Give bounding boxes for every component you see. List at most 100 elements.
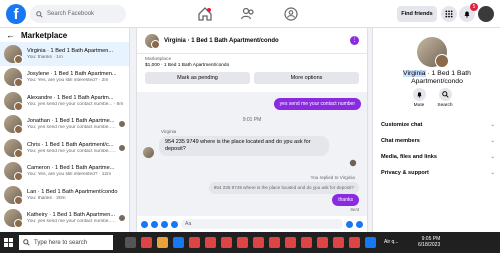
chat-info-button[interactable]: ⋮ xyxy=(350,36,359,45)
chrome-icon[interactable] xyxy=(253,237,264,248)
chrome-icon[interactable] xyxy=(221,237,232,248)
conversation-preview: You: yes send me your contact numbe... ·… xyxy=(27,125,117,131)
sidebar-title: Marketplace xyxy=(21,30,68,40)
conversation-item[interactable]: Josylene · 1 Bed 1 Bath Apartmen... You: … xyxy=(0,66,129,90)
chrome-icon[interactable] xyxy=(237,237,248,248)
file-explorer-icon[interactable] xyxy=(157,237,168,248)
plus-icon[interactable] xyxy=(141,220,148,228)
listing-summary[interactable]: Marketplace $1,000 · 1 Bed 1 Bath Apartm… xyxy=(137,54,367,69)
search-in-chat-button[interactable]: Search xyxy=(433,88,457,108)
incoming-message[interactable]: 954 235 9749 where is the place located … xyxy=(159,136,329,156)
top-bar: f Search Facebook Find friends 5 xyxy=(0,0,500,28)
more-options-button[interactable]: More options xyxy=(254,72,359,84)
listing-actions: Mark as pending More options xyxy=(137,69,367,87)
listing-thumbnail xyxy=(4,68,23,88)
chrome-icon[interactable] xyxy=(349,237,360,248)
chrome-icon[interactable] xyxy=(285,237,296,248)
friends-icon[interactable] xyxy=(240,6,256,22)
read-receipt-avatar xyxy=(119,144,125,151)
outgoing-message[interactable]: yes send me your contact number xyxy=(273,98,361,110)
windows-taskbar: Type here to search Air q... 9:05 PM 6/1… xyxy=(0,232,500,253)
notifications-button[interactable]: 5 xyxy=(459,3,478,22)
chevron-down-icon: ⌄ xyxy=(490,122,495,128)
listing-avatar[interactable] xyxy=(417,37,449,68)
chat-members-section[interactable]: Chat members ⌄ xyxy=(381,138,495,144)
outgoing-message[interactable]: thanks xyxy=(332,194,359,206)
privacy-support-section[interactable]: Privacy & support ⌄ xyxy=(381,170,495,176)
photo-icon[interactable] xyxy=(151,220,158,228)
listing-thumbnail xyxy=(4,115,23,135)
mute-label: Mute xyxy=(413,103,425,108)
panel-title-name: Virginia xyxy=(403,70,426,77)
conversation-preview: You: Yes, are you still interested? · 12… xyxy=(27,172,112,178)
menu-button[interactable] xyxy=(441,6,457,22)
read-receipt-avatar xyxy=(119,215,125,222)
thumbs-up-icon[interactable] xyxy=(356,220,363,228)
sticker-icon[interactable] xyxy=(161,220,168,228)
back-arrow-icon[interactable]: ← xyxy=(6,30,15,40)
windows-start-icon[interactable] xyxy=(4,238,13,247)
app-icon[interactable] xyxy=(365,237,376,248)
conversation-item[interactable]: Alexandre · 1 Bed 1 Bath Apartm... You: y… xyxy=(0,89,129,113)
customize-chat-section[interactable]: Customize chat ⌄ xyxy=(381,122,495,128)
task-view-icon[interactable] xyxy=(125,237,136,248)
seen-avatar-icon xyxy=(349,159,357,167)
conversation-title: Jonathan · 1 Bed 1 Bath Apartme... xyxy=(27,118,115,125)
chat-thumbnail[interactable] xyxy=(145,33,160,49)
conversation-preview: You: Yes, are you still interested? · 2m xyxy=(27,78,109,84)
message-sender: Virginia xyxy=(161,129,177,134)
conversation-preview: You: thanks · 30m xyxy=(27,195,66,201)
sender-avatar[interactable] xyxy=(143,147,154,158)
conversation-title: Alexandre · 1 Bed 1 Bath Apartm... xyxy=(27,94,114,101)
notification-badge: 5 xyxy=(470,3,478,11)
chrome-icon[interactable] xyxy=(269,237,280,248)
groups-icon[interactable] xyxy=(283,6,299,22)
conversation-item[interactable]: Katheiry · 1 Bed 1 Bath Apartmen... You: … xyxy=(0,207,129,231)
sent-status: Sent xyxy=(350,207,359,212)
facebook-logo[interactable]: f xyxy=(6,4,26,24)
marketplace-inbox: ← Marketplace Virginia · 1 Bed 1 Bath Ap… xyxy=(0,28,130,232)
chat-header: Virginia · 1 Bed 1 Bath Apartment/condo … xyxy=(137,28,367,54)
weather-widget[interactable]: Air q... xyxy=(384,239,398,245)
chat-title[interactable]: Virginia · 1 Bed 1 Bath Apartment/condo xyxy=(164,38,279,44)
message-thread[interactable]: yes send me your contact number 9:01 PM … xyxy=(137,92,367,216)
chrome-icon[interactable] xyxy=(205,237,216,248)
chrome-icon[interactable] xyxy=(141,237,152,248)
chrome-icon[interactable] xyxy=(333,237,344,248)
reply-note: You replied to Virginia xyxy=(310,175,355,180)
app-icon[interactable] xyxy=(173,237,184,248)
search-icon xyxy=(23,239,30,246)
chat-window: Virginia · 1 Bed 1 Bath Apartment/condo … xyxy=(136,28,368,232)
conversation-title: Virginia · 1 Bed 1 Bath Apartmen... xyxy=(27,47,114,54)
conversation-item[interactable]: Cameron · 1 Bed 1 Bath Apartme... You: Ye… xyxy=(0,160,129,184)
message-input[interactable]: Aa xyxy=(181,219,343,229)
emoji-icon[interactable] xyxy=(346,220,353,228)
chevron-down-icon: ⌄ xyxy=(490,138,495,144)
search-icon xyxy=(441,91,449,98)
media-files-links-section[interactable]: Media, files and links ⌄ xyxy=(381,154,495,160)
conversation-preview: You: yes send me your contact numbe... ·… xyxy=(27,101,124,107)
conversation-title: Katheiry · 1 Bed 1 Bath Apartmen... xyxy=(27,212,115,219)
system-clock[interactable]: 9:05 PM 6/18/2023 xyxy=(418,236,440,248)
conversation-preview: You: yes send me your contact numbe... ·… xyxy=(27,148,117,154)
message-composer: Aa xyxy=(137,216,367,232)
chrome-icon[interactable] xyxy=(317,237,328,248)
search-box[interactable]: Search Facebook xyxy=(30,5,126,23)
mark-as-pending-button[interactable]: Mark as pending xyxy=(145,72,250,84)
conversation-title: Chris · 1 Bed 1 Bath Apartment/c... xyxy=(27,141,114,148)
sidebar-header: ← Marketplace xyxy=(0,28,129,42)
mute-button[interactable]: Mute xyxy=(407,88,431,108)
bell-icon xyxy=(464,11,470,18)
gif-icon[interactable] xyxy=(171,220,178,228)
taskbar-search[interactable]: Type here to search xyxy=(19,235,113,250)
home-icon[interactable] xyxy=(197,6,213,22)
clock-date: 6/18/2023 xyxy=(418,242,441,248)
profile-avatar[interactable] xyxy=(478,6,494,22)
conversation-item[interactable]: Virginia · 1 Bed 1 Bath Apartmen... You: … xyxy=(0,42,129,66)
chrome-icon[interactable] xyxy=(189,237,200,248)
chrome-icon[interactable] xyxy=(301,237,312,248)
find-friends-button[interactable]: Find friends xyxy=(397,6,437,22)
conversation-item[interactable]: Lan · 1 Bed 1 Bath Apartment/condo You: t… xyxy=(0,183,129,207)
conversation-item[interactable]: Jonathan · 1 Bed 1 Bath Apartme... You: y… xyxy=(0,113,129,137)
conversation-item[interactable]: Chris · 1 Bed 1 Bath Apartment/c... You: … xyxy=(0,136,129,160)
